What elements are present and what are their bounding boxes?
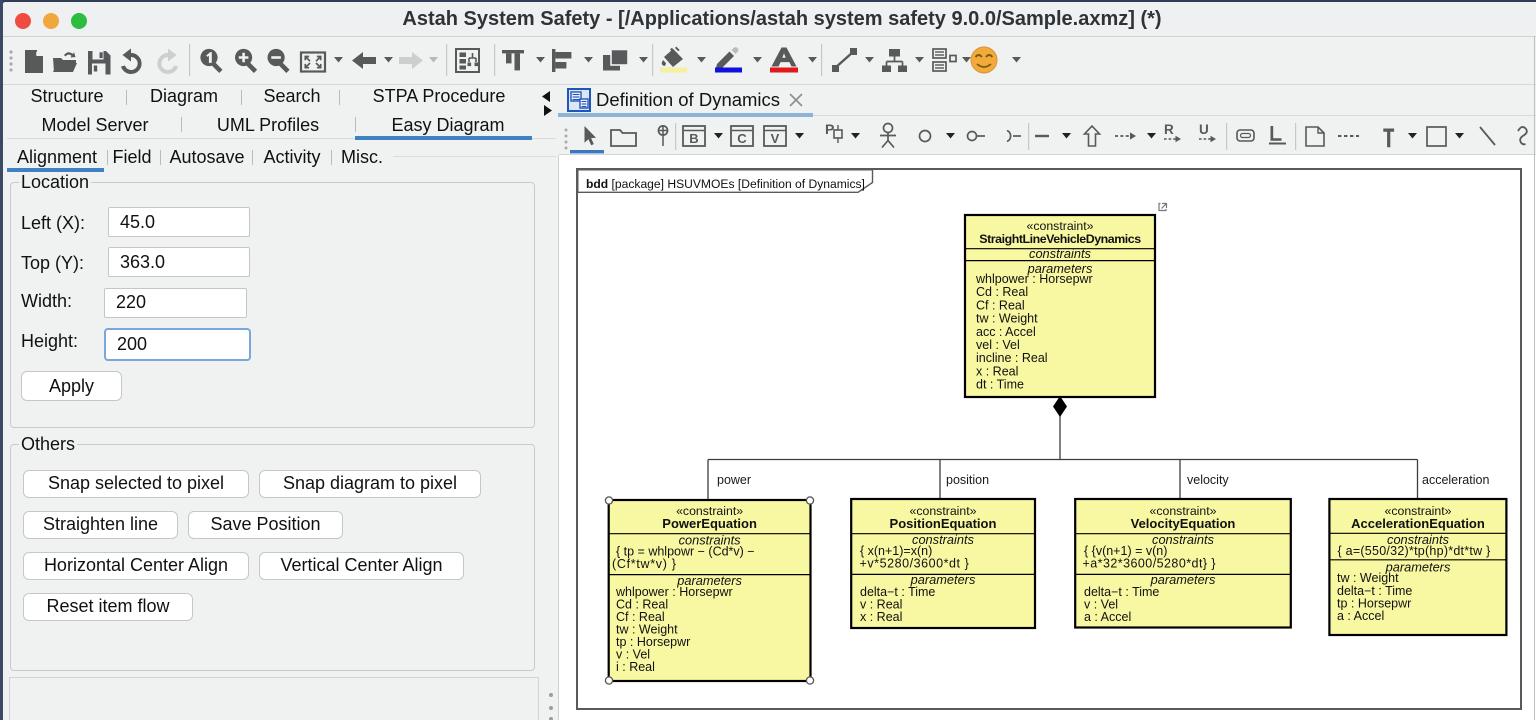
svg-text:+v*5280/3600*dt }: +v*5280/3600*dt } xyxy=(860,557,970,571)
svg-text:StraightLineVehicleDynamics: StraightLineVehicleDynamics xyxy=(979,232,1141,246)
svg-text:a : Accel: a : Accel xyxy=(1084,610,1131,624)
svg-text:x : Real: x : Real xyxy=(860,610,902,624)
svg-text:vel : Vel: vel : Vel xyxy=(976,338,1020,352)
svg-text:constraints: constraints xyxy=(1029,246,1091,261)
svg-text:acceleration: acceleration xyxy=(1422,473,1489,487)
svg-text:Cf : Real: Cf : Real xyxy=(976,298,1025,312)
svg-text:AccelerationEquation: AccelerationEquation xyxy=(1351,516,1485,531)
svg-text:dt : Time: dt : Time xyxy=(976,378,1024,392)
svg-text:i : Real: i : Real xyxy=(616,660,655,674)
svg-text:parameters: parameters xyxy=(1150,572,1216,587)
svg-text:C: C xyxy=(737,131,747,146)
svg-text:PowerEquation: PowerEquation xyxy=(662,516,757,531)
svg-text:P: P xyxy=(825,121,834,137)
svg-text:+a*32*3600/5280*dt} }: +a*32*3600/5280*dt} } xyxy=(1083,557,1217,571)
svg-text:power: power xyxy=(717,473,751,487)
svg-text:Cd : Real: Cd : Real xyxy=(976,285,1028,299)
svg-text:tw : Weight: tw : Weight xyxy=(976,312,1038,326)
svg-text:{ a=(550/32)*tp(hp)*dt*tw }: { a=(550/32)*tp(hp)*dt*tw } xyxy=(1338,544,1491,558)
svg-text:a : Accel: a : Accel xyxy=(1337,609,1384,623)
svg-text:bdd [package] HSUVMOEs [Defini: bdd [package] HSUVMOEs [Definition of Dy… xyxy=(586,177,865,191)
svg-text:VelocityEquation: VelocityEquation xyxy=(1131,516,1236,531)
svg-text:acc : Accel: acc : Accel xyxy=(976,325,1036,339)
svg-text:whlpower : Horsepwr: whlpower : Horsepwr xyxy=(975,272,1093,286)
svg-text:PositionEquation: PositionEquation xyxy=(890,516,997,531)
svg-text:«constraint»: «constraint» xyxy=(1027,219,1094,233)
svg-text:(Cf*tw*v) }: (Cf*tw*v) } xyxy=(612,557,677,571)
svg-text:V: V xyxy=(771,131,780,146)
svg-text:x : Real: x : Real xyxy=(976,364,1018,378)
svg-text:position: position xyxy=(946,473,989,487)
svg-text:U: U xyxy=(1199,122,1209,137)
svg-text:velocity: velocity xyxy=(1187,473,1229,487)
svg-text:R: R xyxy=(1164,122,1174,137)
svg-text:tw : Weight: tw : Weight xyxy=(1337,571,1399,585)
svg-text:B: B xyxy=(689,131,698,146)
svg-text:incline : Real: incline : Real xyxy=(976,351,1048,365)
